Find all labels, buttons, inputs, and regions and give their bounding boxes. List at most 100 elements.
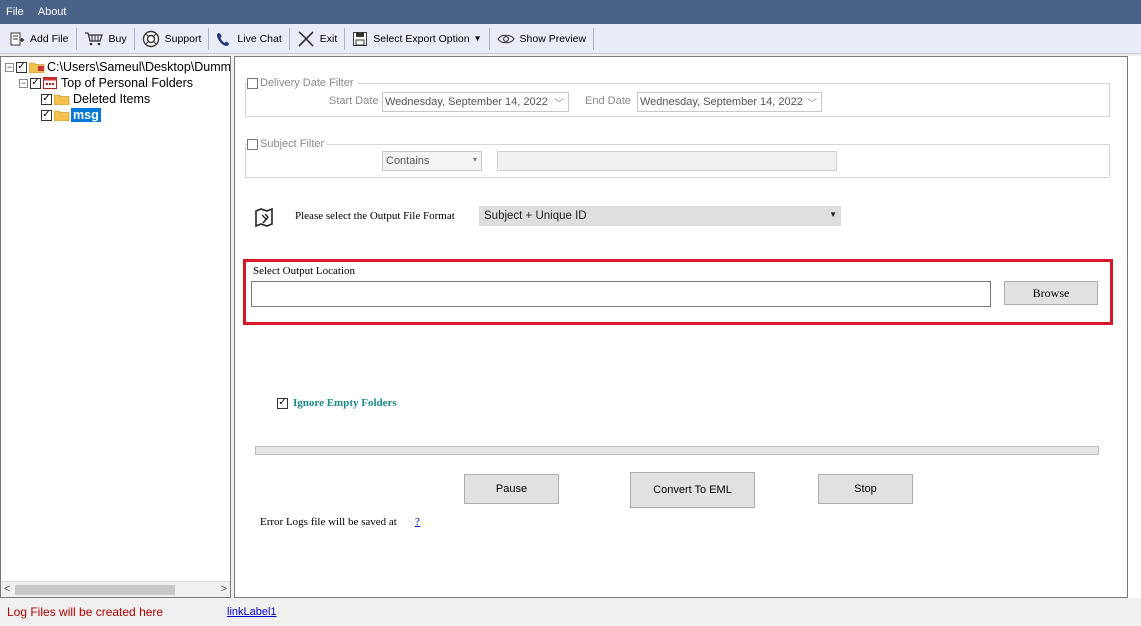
output-format-value: Subject + Unique ID [484, 210, 587, 222]
delivery-date-filter-label: Delivery Date Filter [260, 77, 354, 89]
phone-icon [217, 32, 230, 46]
file-format-icon [255, 207, 273, 228]
pause-label: Pause [495, 483, 528, 495]
subject-mode-select[interactable]: Contains ▾ [382, 151, 482, 171]
right-edge [1128, 56, 1141, 598]
pause-button[interactable]: Pause [464, 474, 559, 504]
scroll-left-icon[interactable]: < [4, 583, 10, 595]
tree-node-msg[interactable]: ✓ msg [41, 107, 101, 123]
add-file-button[interactable]: Add File [4, 26, 74, 52]
tree-horizontal-scrollbar[interactable]: < > [1, 581, 230, 597]
show-preview-button[interactable]: Show Preview [492, 26, 592, 52]
tree-msg-label: msg [71, 108, 101, 122]
live-chat-label: Live Chat [237, 32, 282, 45]
exit-icon [298, 30, 314, 47]
delivery-date-checkbox[interactable] [247, 77, 258, 89]
end-date-value: Wednesday, September 14, 2022 [640, 96, 803, 108]
tree-checkbox-msg[interactable]: ✓ [41, 109, 52, 121]
main-panel: Delivery Date Filter Start Date Wednesda… [234, 56, 1128, 598]
start-date-label: Start Date [329, 95, 379, 107]
select-export-label: Select Export Option [373, 32, 470, 45]
chevron-down-icon: ﹀ [554, 99, 564, 110]
tree-node-deleted-items[interactable]: ✓ Deleted Items [41, 91, 150, 107]
buy-label: Buy [108, 32, 127, 45]
toolbar-separator [208, 27, 210, 50]
end-date-label: End Date [585, 95, 631, 107]
eye-icon [496, 34, 515, 43]
add-file-label: Add File [30, 32, 69, 45]
start-date-picker[interactable]: Wednesday, September 14, 2022 ﹀ [382, 92, 569, 112]
start-date-value: Wednesday, September 14, 2022 [385, 96, 548, 108]
output-location-label: Select Output Location [253, 265, 356, 277]
browse-label: Browse [1032, 285, 1070, 300]
tree-checkbox-top-folder[interactable]: ✓ [30, 77, 41, 89]
stop-label: Stop [854, 483, 877, 495]
toolbar: Add File Buy Support Live Chat Exit Sele… [0, 24, 1141, 54]
exit-button[interactable]: Exit [292, 26, 343, 52]
support-label: Support [164, 32, 202, 45]
buy-button[interactable]: Buy [79, 26, 132, 52]
show-preview-label: Show Preview [519, 32, 587, 45]
error-logs-link[interactable]: ? [415, 516, 420, 528]
folder-icon [29, 62, 45, 73]
tree-node-top-of-personal-folders[interactable]: − ✓ Top of Personal Folders [19, 75, 193, 91]
chevron-down-icon: ▾ [472, 155, 477, 164]
conversion-progress-bar [255, 446, 1099, 455]
output-location-input[interactable] [251, 281, 991, 307]
toolbar-separator [288, 27, 290, 50]
scroll-right-icon[interactable]: > [221, 583, 227, 595]
tree-deleted-items-label: Deleted Items [73, 92, 151, 106]
menu-file[interactable]: File [6, 6, 24, 18]
chevron-down-icon: ▼ [829, 210, 837, 219]
convert-label: Convert To EML [653, 484, 732, 496]
menu-bar: File About [0, 0, 1141, 24]
ignore-empty-folders-option[interactable]: ✓ Ignore Empty Folders [277, 397, 397, 409]
menu-about[interactable]: About [38, 6, 67, 18]
tree-node-root[interactable]: − ✓ C:\Users\Sameul\Desktop\Dumm [5, 59, 231, 75]
cart-icon [84, 31, 103, 45]
exit-label: Exit [319, 32, 338, 45]
save-icon [353, 31, 368, 46]
folder-icon [54, 110, 70, 121]
scrollbar-thumb[interactable] [15, 585, 175, 595]
toolbar-separator [75, 27, 77, 50]
delivery-date-filter-toggle[interactable]: Delivery Date Filter [247, 75, 357, 91]
browse-button[interactable]: Browse [1004, 281, 1098, 305]
tree-checkbox-root[interactable]: ✓ [16, 61, 27, 73]
stop-button[interactable]: Stop [818, 474, 913, 504]
output-format-select[interactable]: Subject + Unique ID ▼ [479, 206, 841, 226]
chevron-down-icon: ▼ [473, 34, 482, 43]
live-chat-button[interactable]: Live Chat [211, 26, 286, 52]
calendar-icon [43, 77, 57, 89]
folder-icon [54, 94, 70, 105]
subject-filter-toggle[interactable]: Subject Filter [247, 136, 328, 152]
tree-checkbox-deleted-items[interactable]: ✓ [41, 93, 52, 105]
toolbar-separator [593, 27, 595, 50]
subject-filter-checkbox[interactable] [247, 138, 258, 150]
collapse-icon[interactable]: − [19, 78, 28, 88]
toolbar-separator [344, 27, 346, 50]
support-icon [142, 30, 159, 47]
subject-filter-label: Subject Filter [260, 138, 325, 150]
tree-root-label: C:\Users\Sameul\Desktop\Dumm [47, 60, 231, 74]
add-file-icon [10, 32, 24, 45]
select-export-option-dropdown[interactable]: Select Export Option ▼ [347, 26, 486, 52]
subject-text-input[interactable] [497, 151, 837, 171]
ignore-empty-folders-label: Ignore Empty Folders [293, 397, 397, 409]
subject-mode-value: Contains [386, 155, 430, 167]
support-button[interactable]: Support [137, 26, 207, 52]
ignore-empty-folders-checkbox[interactable]: ✓ [277, 397, 288, 409]
status-bar: Log Files will be created here linkLabel… [0, 598, 1141, 626]
end-date-picker[interactable]: Wednesday, September 14, 2022 ﹀ [637, 92, 822, 112]
folder-tree-panel: − ✓ C:\Users\Sameul\Desktop\Dumm − ✓ Top… [0, 56, 231, 598]
chevron-down-icon: ﹀ [807, 99, 817, 110]
error-logs-text: Error Logs file will be saved at [260, 516, 397, 528]
convert-to-eml-button[interactable]: Convert To EML [630, 472, 755, 508]
log-files-status-text: Log Files will be created here [7, 605, 164, 619]
toolbar-separator [488, 27, 490, 50]
toolbar-separator [133, 27, 135, 50]
tree-top-folder-label: Top of Personal Folders [61, 76, 194, 90]
collapse-icon[interactable]: − [5, 62, 14, 72]
status-link-label[interactable]: linkLabel1 [227, 606, 277, 618]
output-format-prompt: Please select the Output File Format [295, 210, 455, 222]
